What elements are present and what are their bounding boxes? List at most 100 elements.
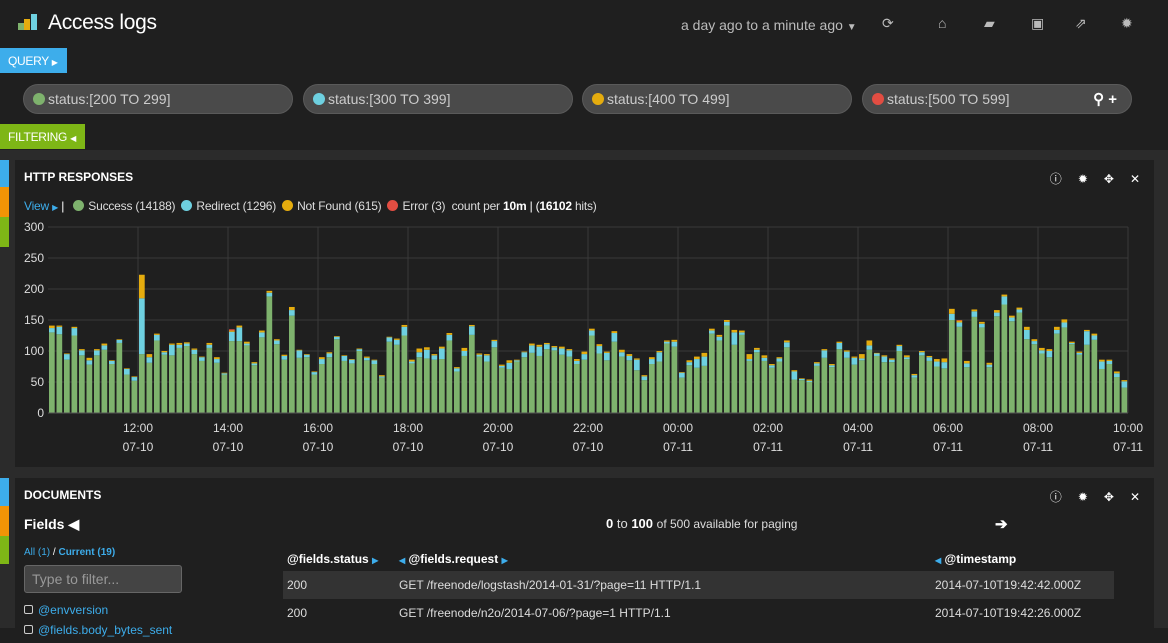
- bar-segment-not-found[interactable]: [1024, 326, 1030, 330]
- bar-segment-success[interactable]: [889, 362, 895, 413]
- info-icon[interactable]: ⓘ: [1050, 488, 1062, 505]
- bar-segment-success[interactable]: [296, 357, 303, 413]
- bar-segment-success[interactable]: [214, 362, 220, 413]
- bar-segment-not-found[interactable]: [379, 375, 385, 377]
- bar-segment-redirect[interactable]: [79, 350, 85, 356]
- bar-segment-not-found[interactable]: [229, 330, 235, 332]
- bar-segment-redirect[interactable]: [596, 346, 603, 354]
- bar-segment-redirect[interactable]: [431, 355, 438, 360]
- bar-segment-redirect[interactable]: [889, 359, 895, 363]
- bar-segment-redirect[interactable]: [49, 328, 55, 333]
- bar-segment-not-found[interactable]: [1054, 326, 1060, 330]
- bar-segment-not-found[interactable]: [1099, 359, 1105, 362]
- bar-segment-redirect[interactable]: [229, 331, 235, 342]
- bar-segment-redirect[interactable]: [806, 380, 813, 382]
- bar-segment-not-found[interactable]: [176, 342, 183, 345]
- bar-segment-redirect[interactable]: [536, 346, 543, 356]
- bar-segment-success[interactable]: [979, 327, 985, 413]
- bar-segment-not-found[interactable]: [289, 306, 295, 311]
- bar-segment-success[interactable]: [731, 344, 738, 413]
- bar-segment-redirect[interactable]: [491, 341, 498, 348]
- bar-segment-success[interactable]: [251, 365, 258, 413]
- bar-segment-not-found[interactable]: [784, 340, 790, 343]
- bar-segment-not-found[interactable]: [821, 349, 828, 351]
- field-filter-input[interactable]: Type to filter...: [24, 565, 182, 593]
- bar-segment-redirect[interactable]: [791, 371, 798, 380]
- bar-segment-redirect[interactable]: [311, 372, 318, 375]
- gear-icon[interactable]: ✹: [1121, 15, 1133, 32]
- chevron-left-circle-icon[interactable]: ◀: [68, 516, 79, 532]
- bar-segment-not-found[interactable]: [199, 356, 205, 358]
- bar-segment-redirect[interactable]: [1016, 309, 1023, 313]
- bar-segment-not-found[interactable]: [731, 329, 738, 333]
- bar-segment-redirect[interactable]: [266, 292, 273, 297]
- bar-segment-success[interactable]: [1069, 344, 1075, 413]
- bar-segment-success[interactable]: [499, 367, 505, 413]
- bar-segment-success[interactable]: [589, 335, 595, 414]
- bar-segment-redirect[interactable]: [334, 336, 340, 340]
- bar-segment-redirect[interactable]: [1106, 360, 1113, 365]
- bar-segment-success[interactable]: [236, 341, 243, 413]
- bar-segment-success[interactable]: [461, 355, 468, 413]
- bar-segment-not-found[interactable]: [964, 360, 970, 364]
- bar-segment-redirect[interactable]: [424, 349, 430, 359]
- bar-segment-not-found[interactable]: [581, 351, 588, 355]
- bar-segment-not-found[interactable]: [919, 351, 925, 353]
- bar-segment-not-found[interactable]: [101, 343, 108, 346]
- bar-segment-redirect[interactable]: [529, 345, 535, 353]
- bar-segment-redirect[interactable]: [401, 326, 408, 336]
- bar-segment-not-found[interactable]: [221, 372, 228, 374]
- bar-segment-success[interactable]: [424, 358, 430, 413]
- bar-segment-redirect[interactable]: [71, 328, 78, 336]
- bar-segment-redirect[interactable]: [1009, 317, 1015, 322]
- bar-segment-not-found[interactable]: [244, 341, 250, 344]
- bar-segment-success[interactable]: [851, 364, 858, 413]
- bar-segment-redirect[interactable]: [1099, 361, 1105, 369]
- bar-segment-not-found[interactable]: [746, 354, 753, 360]
- bar-segment-not-found[interactable]: [251, 362, 258, 364]
- bar-segment-redirect[interactable]: [304, 354, 310, 358]
- bar-segment-not-found[interactable]: [559, 346, 565, 349]
- bar-segment-redirect[interactable]: [1061, 322, 1068, 328]
- bar-segment-success[interactable]: [124, 374, 130, 413]
- bar-segment-success[interactable]: [941, 368, 948, 413]
- bar-segment-success[interactable]: [341, 360, 348, 413]
- bar-segment-redirect[interactable]: [896, 346, 903, 351]
- query-text[interactable]: status:[300 TO 399]: [328, 91, 450, 107]
- bar-segment-redirect[interactable]: [1121, 381, 1128, 388]
- bar-segment-redirect[interactable]: [731, 332, 738, 345]
- bar-segment-not-found[interactable]: [859, 354, 865, 359]
- bar-segment-success[interactable]: [859, 360, 865, 413]
- bar-segment-redirect[interactable]: [169, 344, 175, 356]
- bar-segment-not-found[interactable]: [566, 349, 573, 351]
- bar-segment-not-found[interactable]: [334, 336, 340, 337]
- bar-segment-redirect[interactable]: [776, 358, 783, 362]
- bar-segment-success[interactable]: [386, 341, 393, 413]
- bar-segment-success[interactable]: [926, 360, 933, 413]
- bar-segment-redirect[interactable]: [109, 360, 115, 365]
- bar-segment-not-found[interactable]: [694, 356, 700, 360]
- bar-segment-not-found[interactable]: [56, 325, 63, 327]
- row-collapse-handle[interactable]: [0, 506, 9, 536]
- bar-segment-not-found[interactable]: [664, 340, 670, 342]
- bar-segment-redirect[interactable]: [1091, 335, 1098, 340]
- current-fields-link[interactable]: Current (19): [58, 547, 115, 558]
- bar-segment-success[interactable]: [619, 356, 625, 413]
- bar-segment-success[interactable]: [746, 360, 753, 413]
- bar-segment-not-found[interactable]: [686, 360, 693, 363]
- bar-segment-redirect[interactable]: [679, 372, 685, 378]
- bar-segment-not-found[interactable]: [604, 351, 610, 353]
- bar-segment-success[interactable]: [551, 350, 558, 413]
- bar-segment-success[interactable]: [311, 374, 318, 413]
- bar-segment-not-found[interactable]: [1114, 371, 1120, 374]
- save-icon[interactable]: ▣: [1031, 15, 1044, 32]
- bar-segment-redirect[interactable]: [934, 361, 940, 367]
- bar-segment-redirect[interactable]: [799, 378, 805, 381]
- bar-segment-not-found[interactable]: [506, 360, 513, 363]
- gear-icon[interactable]: ✹: [1078, 172, 1088, 186]
- legend-item[interactable]: Redirect (1296): [175, 199, 276, 213]
- bar-segment-redirect[interactable]: [656, 352, 663, 362]
- bar-segment-not-found[interactable]: [1121, 380, 1128, 382]
- bar-segment-success[interactable]: [874, 355, 880, 413]
- bar-segment-success[interactable]: [184, 346, 190, 413]
